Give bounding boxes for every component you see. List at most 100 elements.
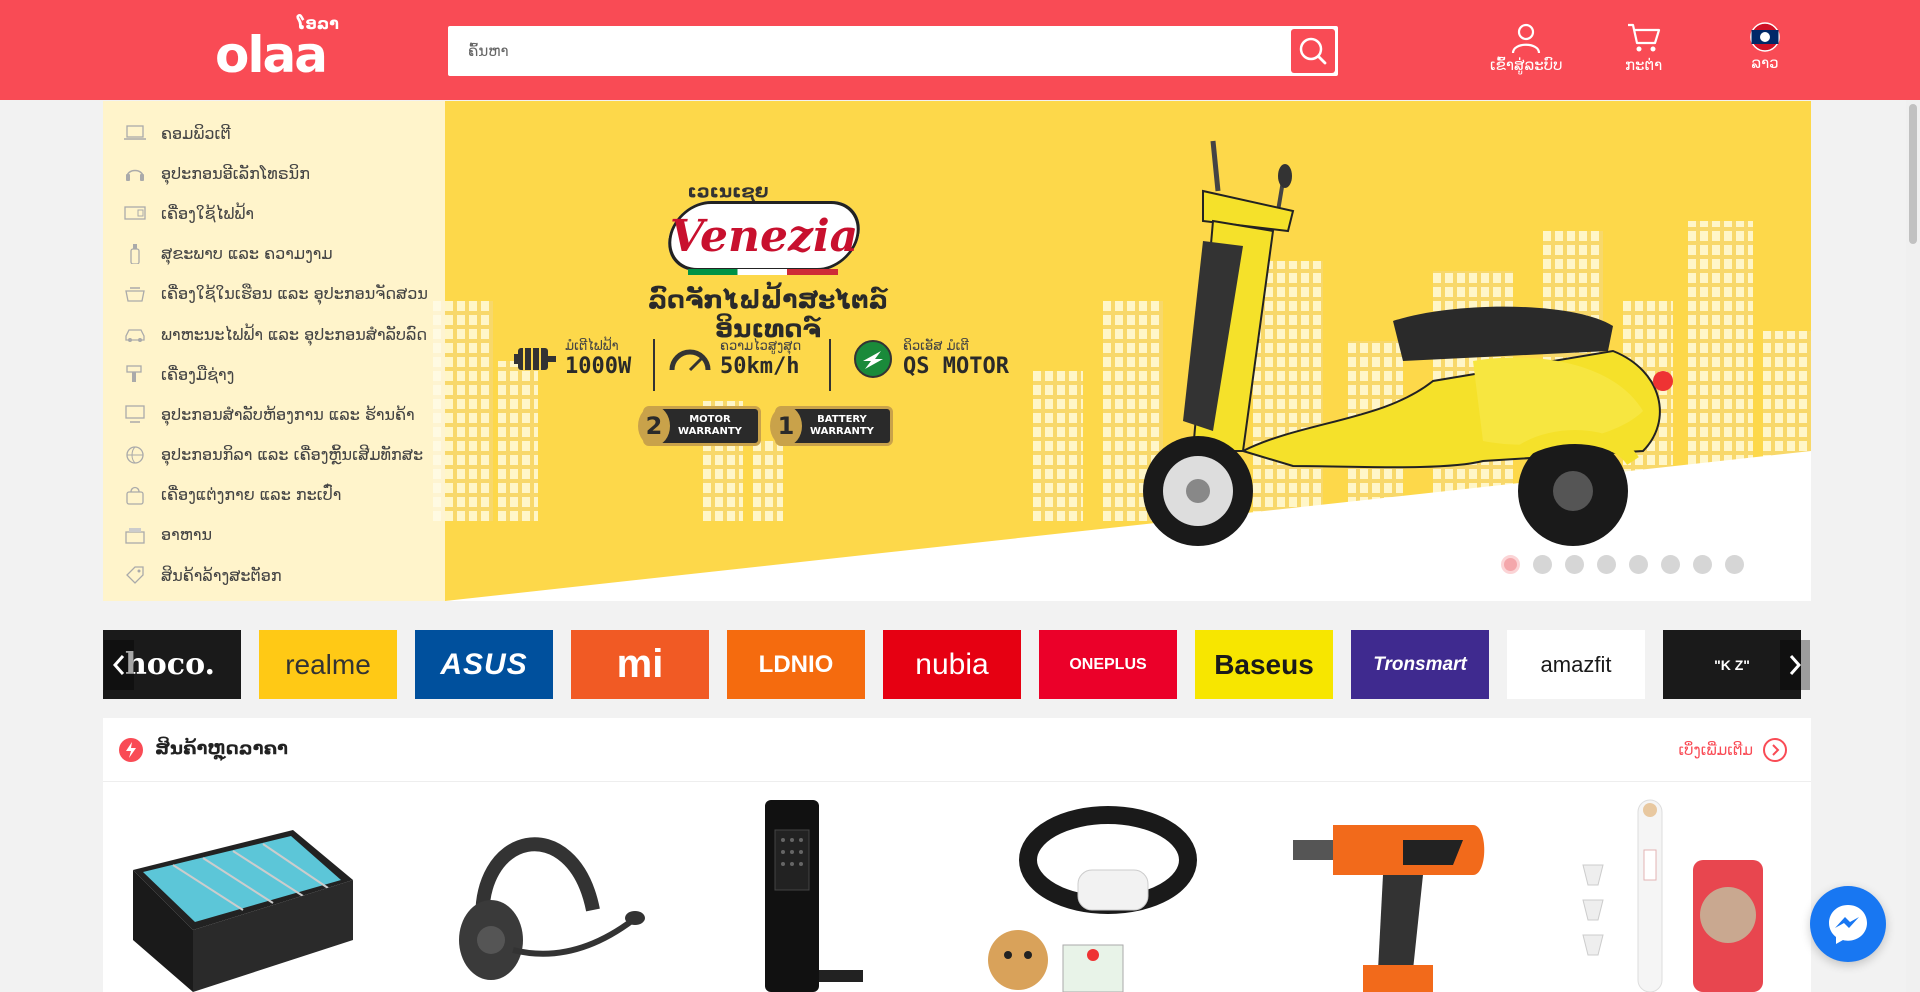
- category-item[interactable]: ສຸຂະພາບ ແລະ ຄວາມງາມ: [103, 234, 445, 274]
- appliance-icon: [123, 203, 147, 223]
- scrollbar-thumb[interactable]: [1909, 104, 1917, 244]
- foosball-table-image: [133, 830, 353, 992]
- login-button[interactable]: ເຂົ້າສູ່ລະບົບ: [1490, 22, 1563, 74]
- category-item[interactable]: ອາຫານ: [103, 515, 445, 555]
- category-item[interactable]: ເຄື່ອງມືຊ່າງ: [103, 354, 445, 394]
- category-item[interactable]: ຄອມພິວເຕີ: [103, 113, 445, 153]
- bottle-icon: [123, 243, 147, 264]
- flash-sale-header: ສິນຄ້າຫຼຸດລາຄາ ເບິ່ງເພີ່ມເຕີມ: [103, 718, 1811, 782]
- product-card-smart-door-lock[interactable]: [723, 790, 973, 992]
- bag-icon: [123, 485, 147, 505]
- category-label: ເຄື່ອງໃຊ້ໄຟຟ້າ: [161, 203, 254, 223]
- brand-tile[interactable]: ASUS: [415, 630, 553, 699]
- qs-logo-icon: [851, 340, 895, 378]
- carousel-dots: [1501, 555, 1744, 574]
- carousel-dot[interactable]: [1533, 555, 1552, 574]
- category-label: ເຄື່ອງແຕ່ງກາຍ ແລະ ກະເປົ໋າ: [161, 485, 342, 505]
- product-card-headset[interactable]: [413, 790, 663, 992]
- category-item[interactable]: ອຸປະກອນກິລາ ແລະ ເຄື່ອງຫຼິ້ນເສີມທັກສະ: [103, 435, 445, 475]
- brand-tile[interactable]: amazfit: [1507, 630, 1645, 699]
- brand-tile[interactable]: Tronsmart: [1351, 630, 1489, 699]
- messenger-chat-button[interactable]: [1810, 886, 1886, 962]
- product-card-pet-gps-collar[interactable]: [963, 790, 1213, 992]
- banner-brand-name: Venezia: [669, 210, 859, 262]
- flash-sale-section: ສິນຄ້າຫຼຸດລາຄາ ເບິ່ງເພີ່ມເຕີມ: [103, 718, 1811, 992]
- category-item[interactable]: ເຄື່ອງໃຊ້ໃນເຮືອນ ແລະ ອຸປະກອນຈັດສວນ: [103, 274, 445, 314]
- tag-icon: [123, 565, 147, 585]
- site-logo[interactable]: ໂອລາ olaa: [215, 16, 345, 81]
- see-more-link[interactable]: ເບິ່ງເພີ່ມເຕີມ: [1679, 738, 1787, 762]
- see-more-label: ເບິ່ງເພີ່ມເຕີມ: [1678, 741, 1753, 759]
- top-header: ໂອລາ olaa ເຂົ້າສູ່ລະບົບ ກະຕ່າ: [0, 0, 1920, 100]
- category-label: ເຄື່ອງມືຊ່າງ: [161, 364, 235, 384]
- carousel-dot[interactable]: [1629, 555, 1648, 574]
- warranty-line1: BATTERY: [817, 414, 867, 425]
- spec-qs-value: QS MOTOR: [903, 354, 1009, 379]
- category-item[interactable]: ພາຫະນະໄຟຟ້າ ແລະ ອຸປະກອນສຳລັບລົດ: [103, 314, 445, 354]
- category-label: ຄອມພິວເຕີ: [161, 123, 231, 143]
- category-item[interactable]: ເຄື່ອງແຕ່ງກາຍ ແລະ ກະເປົ໋າ: [103, 475, 445, 515]
- search-input[interactable]: [468, 26, 1248, 76]
- category-item[interactable]: ເຄື່ອງໃຊ້ໄຟຟ້າ: [103, 193, 445, 233]
- category-item[interactable]: ສິນຄ້າລ້າງສະຕັອກ: [103, 555, 445, 595]
- spec-divider: [829, 339, 831, 391]
- headphones-icon: [123, 163, 147, 183]
- warranty-years: 1: [770, 406, 802, 446]
- login-label: ເຂົ້າສູ່ລະບົບ: [1490, 56, 1563, 74]
- italian-flag-stripe: [688, 269, 838, 275]
- carousel-dot[interactable]: [1693, 555, 1712, 574]
- warranty-years: 2: [638, 406, 670, 446]
- battery-warranty-badge: 1 BATTERY WARRANTY: [770, 406, 893, 446]
- motor-icon: [513, 341, 557, 377]
- lao-flag-icon: [1750, 22, 1780, 52]
- search-icon: [1299, 37, 1327, 65]
- category-label: ອາຫານ: [161, 525, 213, 545]
- brand-tile[interactable]: Baseus: [1195, 630, 1333, 699]
- language-label: ລາວ: [1751, 54, 1779, 72]
- food-icon: [123, 525, 147, 545]
- chevron-right-circle-icon: [1763, 738, 1787, 762]
- spec-divider: [653, 339, 655, 391]
- search-button[interactable]: [1291, 29, 1335, 73]
- product-card-blackhead-remover[interactable]: [1553, 790, 1803, 992]
- category-label: ອຸປະກອນອີເລັກໂທຣນິກ: [161, 163, 310, 183]
- category-label: ເຄື່ອງໃຊ້ໃນເຮືອນ ແລະ ອຸປະກອນຈັດສວນ: [161, 284, 428, 304]
- category-sidebar: ຄອມພິວເຕີອຸປະກອນອີເລັກໂທຣນິກເຄື່ອງໃຊ້ໄຟຟ…: [103, 101, 445, 601]
- scooter-image: [1143, 140, 1673, 546]
- cart-button[interactable]: ກະຕ່າ: [1625, 22, 1662, 74]
- brand-tile[interactable]: mi: [571, 630, 709, 699]
- brand-tile[interactable]: nubia: [883, 630, 1021, 699]
- brand-carousel: hoco. realme ASUS mi LDNIO nubia ONEPLUS Baseus…: [103, 630, 1811, 699]
- product-card-cordless-drill[interactable]: [1283, 790, 1533, 992]
- brand-next-button[interactable]: [1780, 640, 1810, 690]
- category-item[interactable]: ອຸປະກອນສຳລັບຫ້ອງການ ແລະ ຮ້ານຄ້າ: [103, 394, 445, 434]
- category-item[interactable]: ອຸປະກອນອີເລັກໂທຣນິກ: [103, 153, 445, 193]
- warranty-line1: MOTOR: [689, 414, 731, 425]
- warranty-line2: WARRANTY: [810, 426, 874, 437]
- carousel-dot[interactable]: [1597, 555, 1616, 574]
- brand-tile[interactable]: ONEPLUS: [1039, 630, 1177, 699]
- language-switch[interactable]: ລາວ: [1750, 22, 1780, 72]
- banner-brand-lao: ເວເນເຊຍ: [687, 181, 769, 202]
- pet-collar-image: [988, 806, 1197, 992]
- brand-tile[interactable]: LDNIO: [727, 630, 865, 699]
- carousel-dot[interactable]: [1565, 555, 1584, 574]
- pot-icon: [123, 284, 147, 304]
- chevron-left-icon: [112, 655, 125, 675]
- product-card-foosball-table[interactable]: [113, 790, 363, 992]
- door-lock-image: [765, 800, 863, 992]
- chevron-right-icon: [1789, 655, 1802, 675]
- brand-prev-button[interactable]: [104, 640, 134, 690]
- car-icon: [123, 324, 147, 344]
- carousel-dot[interactable]: [1661, 555, 1680, 574]
- carousel-dot[interactable]: [1501, 555, 1520, 574]
- cart-label: ກະຕ່າ: [1625, 56, 1663, 74]
- brand-tile[interactable]: realme: [259, 630, 397, 699]
- category-label: ສຸຂະພາບ ແລະ ຄວາມງາມ: [161, 244, 333, 264]
- laptop-icon: [123, 123, 147, 143]
- spec-qs-label: ຄິວເອັສ ມໍເຕີ: [903, 339, 969, 354]
- carousel-dot[interactable]: [1725, 555, 1744, 574]
- spec-speed-label: ຄວາມໄວສູງສຸດ: [720, 339, 802, 354]
- spec-speed: ຄວາມໄວສູງສຸດ 50km/h: [668, 339, 801, 379]
- warranty-line2: WARRANTY: [678, 426, 742, 437]
